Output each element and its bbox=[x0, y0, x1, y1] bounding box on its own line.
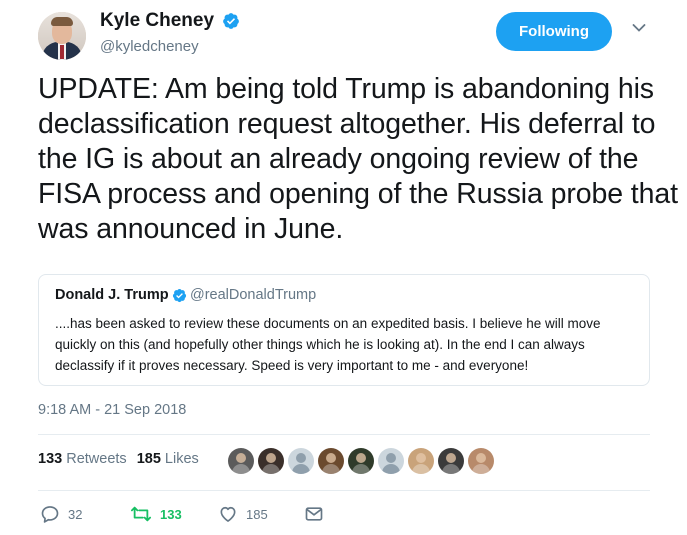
quoted-author-name[interactable]: Donald J. Trump bbox=[55, 287, 169, 303]
retweet-button[interactable]: 133 bbox=[130, 503, 182, 525]
divider bbox=[38, 490, 650, 491]
engagement-stats: 133 Retweets 185 Likes bbox=[38, 451, 199, 467]
liker-avatar[interactable] bbox=[468, 448, 494, 474]
like-count: 185 bbox=[246, 506, 268, 522]
likes-stat[interactable]: 185 Likes bbox=[137, 451, 199, 467]
reply-count: 32 bbox=[68, 506, 83, 522]
quoted-author-handle[interactable]: @realDonaldTrump bbox=[190, 287, 316, 303]
like-button[interactable]: 185 bbox=[218, 503, 268, 525]
verified-badge-icon bbox=[172, 288, 187, 303]
author-handle[interactable]: @kyledcheney bbox=[100, 38, 199, 55]
following-button[interactable]: Following bbox=[496, 12, 612, 51]
liker-avatar[interactable] bbox=[258, 448, 284, 474]
tweet-timestamp[interactable]: 9:18 AM - 21 Sep 2018 bbox=[38, 402, 186, 418]
liker-avatar[interactable] bbox=[348, 448, 374, 474]
retweet-count: 133 bbox=[160, 506, 182, 522]
likes-count: 185 bbox=[136, 451, 161, 467]
verified-badge-icon bbox=[223, 13, 239, 29]
author-avatar[interactable] bbox=[38, 12, 86, 60]
tweet-text: UPDATE: Am being told Trump is abandonin… bbox=[38, 73, 678, 245]
liker-avatar[interactable] bbox=[438, 448, 464, 474]
direct-message-button[interactable] bbox=[304, 503, 324, 525]
retweets-stat[interactable]: 133 Retweets bbox=[38, 451, 127, 467]
author-name[interactable]: Kyle Cheney bbox=[100, 10, 214, 32]
liker-avatar[interactable] bbox=[288, 448, 314, 474]
liker-avatar[interactable] bbox=[318, 448, 344, 474]
chevron-down-icon[interactable] bbox=[632, 23, 646, 33]
retweets-count: 133 bbox=[38, 451, 63, 467]
reply-button[interactable]: 32 bbox=[40, 503, 82, 525]
liker-avatar[interactable] bbox=[408, 448, 434, 474]
liker-avatar[interactable] bbox=[228, 448, 254, 474]
tweet-card: Kyle Cheney @kyledcheney Following UPDAT… bbox=[0, 0, 687, 535]
envelope-icon bbox=[305, 507, 323, 521]
reply-icon bbox=[41, 506, 59, 523]
likes-label: Likes bbox=[164, 451, 199, 467]
tweet-actions: 32 133 185 bbox=[38, 503, 338, 525]
heart-icon bbox=[220, 506, 236, 522]
liker-avatar[interactable] bbox=[378, 448, 404, 474]
quoted-tweet[interactable]: Donald J. Trump @realDonaldTrump ....has… bbox=[38, 274, 650, 386]
retweet-icon bbox=[131, 506, 151, 522]
divider bbox=[38, 434, 650, 435]
quoted-tweet-text: ....has been asked to review these docum… bbox=[55, 316, 601, 373]
retweets-label: Retweets bbox=[66, 451, 127, 467]
